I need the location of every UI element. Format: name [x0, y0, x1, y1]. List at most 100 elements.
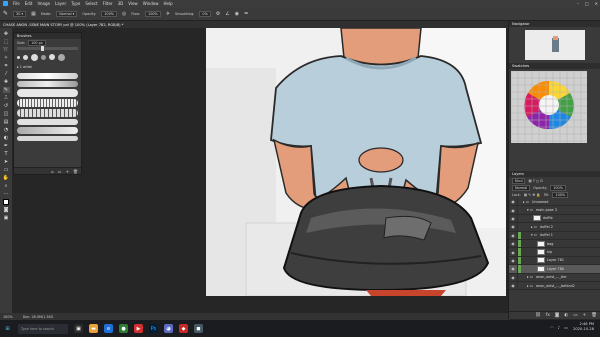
- menu-layer[interactable]: Layer: [55, 1, 66, 6]
- folder-icon[interactable]: ▸ ▭: [531, 225, 537, 229]
- link-layers-icon[interactable]: ⛓: [535, 313, 541, 318]
- shape-tool-icon[interactable]: ▭: [3, 167, 10, 173]
- folder-icon[interactable]: ▸ ▭: [527, 284, 533, 288]
- delete-brush-icon[interactable]: 🗑: [73, 169, 78, 174]
- brush-stroke-preview[interactable]: [17, 136, 78, 141]
- delete-layer-icon[interactable]: 🗑: [591, 313, 597, 318]
- menu-image[interactable]: Image: [37, 1, 50, 6]
- close-button[interactable]: ✕: [595, 1, 598, 6]
- folder-icon[interactable]: ▾ ▭: [531, 233, 537, 237]
- pressure-opacity-icon[interactable]: ◎: [122, 11, 126, 17]
- path-select-tool-icon[interactable]: ➤: [3, 159, 10, 165]
- layer-row[interactable]: ◉ ▸ ▭ anon_wrist_..._tier: [509, 273, 600, 282]
- history-brush-tool-icon[interactable]: ↺: [3, 103, 10, 109]
- quick-mask-icon[interactable]: ◙: [3, 207, 10, 213]
- eye-icon[interactable]: ◉: [509, 223, 518, 231]
- brush-size-picker[interactable]: 30 ▾: [13, 10, 27, 17]
- zoom-level[interactable]: 100%: [3, 315, 13, 319]
- app-icon[interactable]: ◆: [179, 324, 188, 333]
- layer-filter-icons[interactable]: ▦ T ◻ ⊡: [528, 179, 543, 183]
- color-wheel-swatches[interactable]: [511, 71, 587, 143]
- menu-help[interactable]: Help: [163, 1, 172, 6]
- minimize-button[interactable]: –: [577, 1, 579, 6]
- screen-mode-icon[interactable]: ▣: [3, 215, 10, 221]
- brush-size-slider-handle[interactable]: [41, 46, 45, 51]
- menu-select[interactable]: Select: [85, 1, 97, 6]
- taskbar-search[interactable]: Type here to search: [18, 323, 68, 334]
- blur-tool-icon[interactable]: ◔: [3, 127, 10, 133]
- brush-preset-tip[interactable]: [49, 54, 55, 60]
- eye-icon[interactable]: ◉: [509, 248, 518, 256]
- type-tool-icon[interactable]: T: [3, 151, 10, 157]
- maximize-button[interactable]: □: [585, 1, 589, 6]
- smoothing-field[interactable]: 0%: [199, 10, 211, 17]
- photoshop-logo-icon[interactable]: [3, 1, 8, 6]
- windows-start-icon[interactable]: ⊞: [3, 324, 12, 333]
- dodge-tool-icon[interactable]: ◐: [3, 135, 10, 141]
- menu-window[interactable]: Window: [143, 1, 159, 6]
- flow-field[interactable]: 100%: [145, 10, 161, 17]
- eraser-tool-icon[interactable]: ◫: [3, 111, 10, 117]
- discord-icon[interactable]: ◕: [164, 324, 173, 333]
- menu-edit[interactable]: Edit: [25, 1, 33, 6]
- lasso-tool-icon[interactable]: ➰: [3, 47, 10, 53]
- blend-mode-select[interactable]: Normal: [512, 184, 531, 191]
- brush-stroke-preview[interactable]: [17, 109, 78, 117]
- eye-icon[interactable]: ◉: [509, 265, 518, 273]
- layer-row[interactable]: ◉ ▾ ▭ duffel 1: [509, 231, 600, 240]
- folder-icon[interactable]: ▸ ▭: [523, 200, 529, 204]
- menu-view[interactable]: View: [128, 1, 138, 6]
- brush-stroke-preview[interactable]: [17, 81, 78, 87]
- layer-style-icon[interactable]: fx: [546, 313, 550, 318]
- gradient-tool-icon[interactable]: ▤: [3, 119, 10, 125]
- brush-preset-tip[interactable]: [31, 53, 38, 61]
- layer-row[interactable]: ◉ ▸ ▭ anon_wrist_..._behind2: [509, 281, 600, 291]
- menu-3d[interactable]: 3D: [118, 1, 124, 6]
- brush-preset-tip[interactable]: [23, 54, 28, 60]
- artwork-canvas[interactable]: [206, 28, 506, 296]
- folder-icon[interactable]: ▸ ▭: [527, 275, 533, 279]
- eye-icon[interactable]: ◉: [509, 239, 518, 248]
- menu-file[interactable]: File: [13, 1, 20, 6]
- system-clock[interactable]: 2:46 PM 2020-10-28: [573, 322, 594, 332]
- airbrush-icon[interactable]: ✈: [166, 11, 170, 17]
- brush-preset-tip[interactable]: [58, 53, 65, 61]
- brush-stroke-preview[interactable]: [17, 127, 78, 134]
- app-icon[interactable]: ◼: [194, 324, 203, 333]
- task-view-icon[interactable]: ▣: [74, 324, 83, 333]
- layer-kind-filter[interactable]: Kind: [512, 177, 526, 184]
- symmetry-icon[interactable]: ⚮: [244, 11, 248, 17]
- edge-icon[interactable]: e: [104, 324, 113, 333]
- layer-row-selected[interactable]: ◉ Layer 780: [509, 265, 600, 274]
- media-icon[interactable]: ▶: [134, 324, 143, 333]
- crop-tool-icon[interactable]: ⌗: [3, 63, 10, 69]
- new-brush-icon[interactable]: +: [66, 169, 69, 174]
- eye-icon[interactable]: ◉: [509, 214, 518, 223]
- chrome-icon[interactable]: ●: [119, 324, 128, 333]
- new-layer-icon[interactable]: +: [583, 313, 587, 318]
- swatches-panel-header[interactable]: Swatches: [509, 63, 600, 69]
- lock-icons[interactable]: ▦ ✎ ✥ 🔒: [524, 193, 541, 197]
- pen-tool-icon[interactable]: ✒: [3, 143, 10, 149]
- brush-stroke-preview[interactable]: [17, 89, 78, 97]
- layer-opacity-field[interactable]: 100%: [550, 184, 566, 191]
- add-mask-icon[interactable]: ◙: [555, 313, 559, 318]
- mode-select[interactable]: Normal ▾: [56, 10, 78, 17]
- layer-row[interactable]: ◉ Layer 781: [509, 256, 600, 266]
- brush-stroke-preview[interactable]: [17, 99, 78, 107]
- smoothing-settings-icon[interactable]: ⚙: [216, 11, 220, 17]
- volume-icon[interactable]: ♪: [558, 325, 561, 330]
- photoshop-taskbar-icon[interactable]: Ps: [149, 324, 158, 333]
- opacity-field[interactable]: 100%: [101, 10, 117, 17]
- eye-icon[interactable]: ◉: [509, 206, 518, 214]
- brush-size-slider[interactable]: [17, 46, 78, 51]
- eye-icon[interactable]: ◉: [509, 273, 518, 281]
- hand-tool-icon[interactable]: ✋: [3, 175, 10, 181]
- angle-icon[interactable]: ∠: [225, 11, 229, 17]
- toggle-brush-settings-icon[interactable]: ⌂: [51, 169, 54, 174]
- new-group-icon[interactable]: ▭: [573, 313, 577, 318]
- layer-row[interactable]: ◉ duffle: [509, 214, 600, 224]
- adjustment-layer-icon[interactable]: ◐: [564, 313, 568, 318]
- brush-stroke-preview[interactable]: [17, 119, 78, 125]
- menu-type[interactable]: Type: [71, 1, 80, 6]
